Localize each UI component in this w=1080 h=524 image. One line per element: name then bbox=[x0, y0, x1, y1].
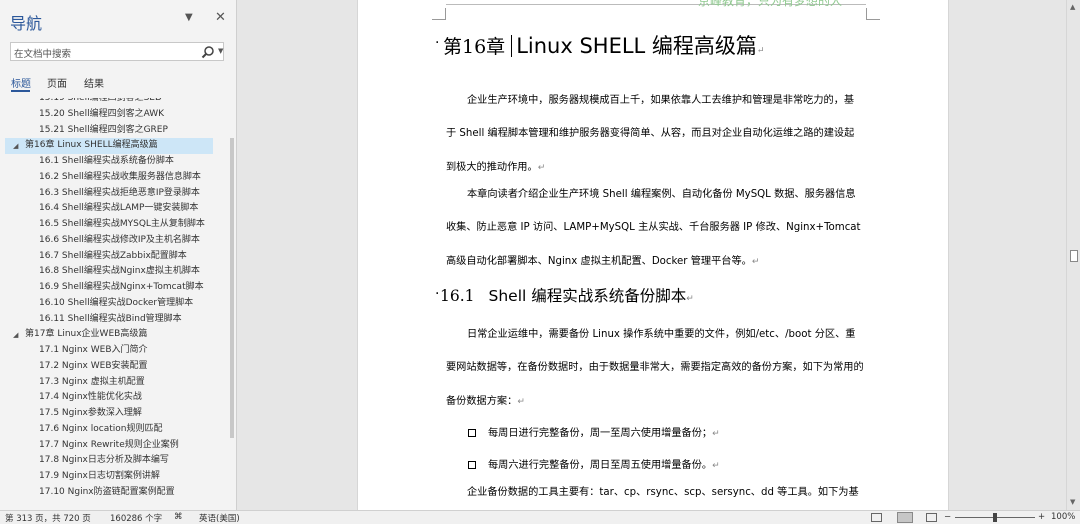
list-bullet: · bbox=[435, 286, 440, 302]
section-heading[interactable]: 16.1 Shell 编程实战系统备份脚本↵ bbox=[440, 284, 694, 306]
outline-section-item[interactable]: 16.9 Shell编程实战Nginx+Tomcat脚本 bbox=[39, 280, 204, 296]
crop-mark bbox=[432, 8, 446, 20]
zoom-in-button[interactable]: + bbox=[1038, 512, 1045, 522]
checkbox-bullet-icon bbox=[468, 429, 476, 437]
list-item[interactable]: 每周日进行完整备份，周一至周六使用增量备份；↵ bbox=[468, 424, 720, 439]
section-number: 16.1 bbox=[440, 287, 475, 305]
search-icon[interactable] bbox=[201, 45, 215, 59]
outline-section-item[interactable]: 16.8 Shell编程实战Nginx虚拟主机脚本 bbox=[39, 264, 200, 280]
outline-section-item[interactable]: 16.1 Shell编程实战系统备份脚本 bbox=[39, 154, 174, 170]
outline-section-item[interactable]: 15.21 Shell编程四剑客之GREP bbox=[39, 123, 168, 139]
navigation-pane: 导航 ▼ ✕ 在文档中搜索 ▼ 标题 页面 结果 15.19 Shell编程四剑… bbox=[0, 0, 237, 510]
chapter-number: 第16章 bbox=[443, 36, 506, 58]
text-cursor bbox=[511, 35, 513, 57]
heading-outline: 15.19 Shell编程四剑客之SED 15.20 Shell编程四剑客之AWK… bbox=[0, 98, 236, 500]
outline-chapter-item[interactable]: 第16章 Linux SHELL编程高级篇 bbox=[5, 138, 213, 154]
scroll-up-icon[interactable]: ▲ bbox=[1070, 3, 1075, 11]
close-icon[interactable]: ✕ bbox=[215, 10, 226, 25]
crop-mark bbox=[866, 8, 880, 20]
outline-section-item[interactable]: 16.10 Shell编程实战Docker管理脚本 bbox=[39, 296, 193, 312]
outline-section-item[interactable]: 17.3 Nginx 虚拟主机配置 bbox=[39, 375, 145, 391]
page-header-text: 京峰教育，只为有梦想的人 bbox=[698, 0, 843, 8]
active-tab-indicator bbox=[11, 90, 30, 92]
word-count[interactable]: 160286 个字 bbox=[110, 512, 162, 524]
outline-section-item[interactable]: 16.4 Shell编程实战LAMP一键安装脚本 bbox=[39, 201, 198, 217]
paragraph[interactable]: 企业生产环境中，服务器规模成百上千，如果依靠人工去维护和管理是非常吃力的，基于 … bbox=[446, 84, 864, 185]
outline-section-item[interactable]: 15.20 Shell编程四剑客之AWK bbox=[39, 107, 164, 123]
web-layout-icon[interactable] bbox=[926, 513, 937, 522]
zoom-out-button[interactable]: − bbox=[944, 512, 951, 522]
tab-results[interactable]: 结果 bbox=[84, 75, 104, 90]
paragraph[interactable]: 本章向读者介绍企业生产环境 Shell 编程案例、自动化备份 MySQL 数据、… bbox=[446, 178, 864, 279]
outline-section-item[interactable]: 17.4 Nginx性能优化实战 bbox=[39, 390, 142, 406]
nav-pane-title: 导航 bbox=[10, 14, 43, 33]
outline-section-item[interactable]: 17.2 Nginx WEB安装配置 bbox=[39, 359, 148, 375]
search-input[interactable]: 在文档中搜索 ▼ bbox=[10, 42, 224, 61]
outline-section-item[interactable]: 16.5 Shell编程实战MYSQL主从复制脚本 bbox=[39, 217, 205, 233]
collapse-triangle-icon[interactable]: ◢ bbox=[13, 331, 18, 339]
list-item-text: 每周六进行完整备份，周日至周五使用增量备份。 bbox=[488, 460, 713, 471]
outline-section-item[interactable]: 17.1 Nginx WEB入门简介 bbox=[39, 343, 148, 359]
paragraph-text: 日常企业运维中，需要备份 Linux 操作系统中重要的文件，例如/etc、/bo… bbox=[446, 329, 864, 407]
paragraph-text: 企业生产环境中，服务器规模成百上千，如果依靠人工去维护和管理是非常吃力的，基于 … bbox=[446, 95, 855, 173]
page-count[interactable]: 第 313 页，共 720 页 bbox=[5, 512, 91, 524]
search-options-chevron-icon[interactable]: ▼ bbox=[218, 47, 223, 55]
outline-section-item[interactable]: 17.10 Nginx防盗链配置案例配置 bbox=[39, 485, 175, 500]
outline-section-item[interactable]: 16.7 Shell编程实战Zabbix配置脚本 bbox=[39, 249, 187, 265]
collapse-triangle-icon[interactable]: ◢ bbox=[13, 142, 18, 150]
scrollbar-thumb[interactable] bbox=[1070, 250, 1078, 262]
list-item-text: 每周日进行完整备份，周一至周六使用增量备份； bbox=[488, 428, 713, 439]
outline-section-item[interactable]: 16.3 Shell编程实战拒绝恶意IP登录脚本 bbox=[39, 186, 200, 202]
outline-chapter-item[interactable]: 第17章 Linux企业WEB高级篇 bbox=[25, 327, 147, 343]
proofing-icon[interactable]: ⌘ bbox=[174, 512, 183, 522]
status-bar: 第 313 页，共 720 页 160286 个字 ⌘ 英语(美国) − + 1… bbox=[0, 510, 1080, 524]
outline-section-item[interactable]: 15.19 Shell编程四剑客之SED bbox=[39, 98, 162, 107]
checkbox-bullet-icon bbox=[468, 461, 476, 469]
tab-pages[interactable]: 页面 bbox=[47, 75, 67, 90]
outline-section-item[interactable]: 17.6 Nginx location规则匹配 bbox=[39, 422, 162, 438]
document-area: 京峰教育，只为有梦想的人 · 第16章 Linux SHELL 编程高级篇↵ 企业… bbox=[238, 0, 1066, 510]
outline-section-item[interactable]: 16.11 Shell编程实战Bind管理脚本 bbox=[39, 312, 182, 328]
zoom-level[interactable]: 100% bbox=[1051, 512, 1075, 522]
search-placeholder: 在文档中搜索 bbox=[14, 49, 72, 60]
paragraph-text: 本章向读者介绍企业生产环境 Shell 编程案例、自动化备份 MySQL 数据、… bbox=[446, 189, 861, 267]
outline-section-item[interactable]: 17.8 Nginx日志分析及脚本编写 bbox=[39, 453, 169, 469]
paragraph-text: 企业备份数据的工具主要有：tar、cp、rsync、scp、sersync、dd… bbox=[467, 487, 859, 498]
zoom-slider-thumb[interactable] bbox=[993, 513, 997, 522]
outline-section-item[interactable]: 17.9 Nginx日志切割案例讲解 bbox=[39, 469, 160, 485]
outline-section-item[interactable]: 17.7 Nginx Rewrite规则企业案例 bbox=[39, 438, 179, 454]
outline-section-item[interactable]: 16.6 Shell编程实战修改IP及主机名脚本 bbox=[39, 233, 200, 249]
outline-section-item[interactable]: 16.2 Shell编程实战收集服务器信息脚本 bbox=[39, 170, 201, 186]
tab-headings[interactable]: 标题 bbox=[11, 75, 31, 90]
nav-scrollbar[interactable] bbox=[228, 98, 236, 498]
print-layout-icon[interactable] bbox=[897, 512, 913, 523]
language-indicator[interactable]: 英语(美国) bbox=[199, 512, 240, 524]
chapter-name: Linux SHELL 编程高级篇 bbox=[516, 34, 757, 58]
document-page[interactable]: 京峰教育，只为有梦想的人 · 第16章 Linux SHELL 编程高级篇↵ 企业… bbox=[357, 0, 949, 510]
paragraph[interactable]: 日常企业运维中，需要备份 Linux 操作系统中重要的文件，例如/etc、/bo… bbox=[446, 318, 864, 419]
outline-section-item[interactable]: 17.5 Nginx参数深入理解 bbox=[39, 406, 142, 422]
paragraph[interactable]: 企业备份数据的工具主要有：tar、cp、rsync、scp、sersync、dd… bbox=[446, 476, 864, 509]
scroll-down-icon[interactable]: ▼ bbox=[1070, 498, 1075, 506]
list-item[interactable]: 每周六进行完整备份，周日至周五使用增量备份。↵ bbox=[468, 456, 720, 471]
read-mode-icon[interactable] bbox=[871, 513, 882, 522]
pane-options-icon[interactable]: ▼ bbox=[185, 12, 193, 23]
chapter-heading[interactable]: 第16章 Linux SHELL 编程高级篇↵ bbox=[434, 30, 764, 60]
vertical-scrollbar[interactable]: ▲ ▼ bbox=[1066, 0, 1080, 510]
section-name: Shell 编程实战系统备份脚本 bbox=[488, 287, 687, 305]
